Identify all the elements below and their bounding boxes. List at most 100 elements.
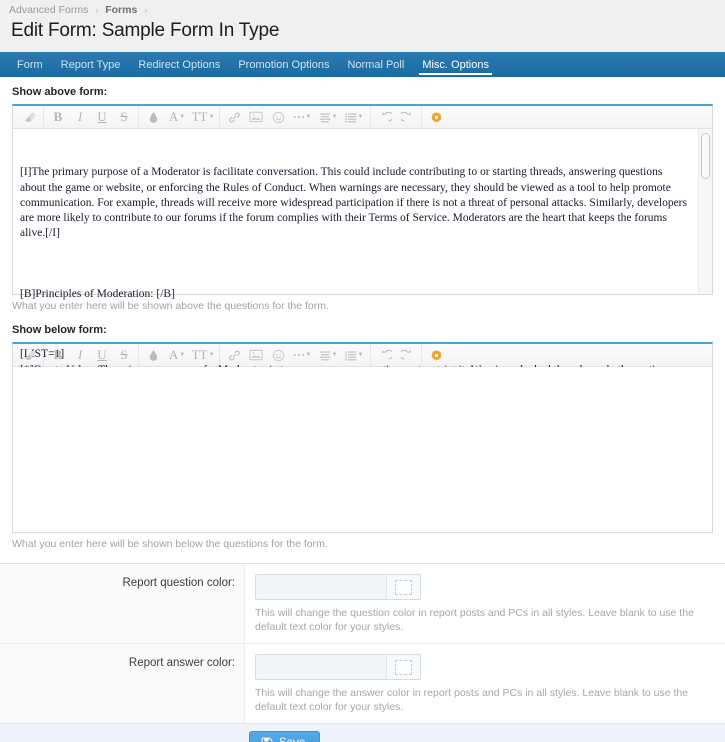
tab-normal-poll[interactable]: Normal Poll xyxy=(338,52,413,77)
show-below-form-editor[interactable]: B I U S A ▼ TT ▼ ▼ ▼ ▼ xyxy=(12,342,713,533)
show-below-form-textarea[interactable] xyxy=(13,367,712,375)
insert-link-icon-2[interactable] xyxy=(223,346,245,365)
toolbar-group-formatting-clear xyxy=(15,105,44,129)
toolbar-group-settings-2 xyxy=(422,344,450,367)
gear-icon-2[interactable] xyxy=(425,346,447,365)
insert-image-icon[interactable] xyxy=(245,108,267,127)
remove-formatting-icon[interactable] xyxy=(18,108,40,127)
toolbar-group-history-2 xyxy=(371,343,422,367)
chevron-down-icon: ▼ xyxy=(179,114,186,120)
italic-button-2[interactable]: I xyxy=(69,346,91,365)
form-footer: Save xyxy=(0,723,725,742)
chevron-down-icon-4: ▼ xyxy=(331,114,338,120)
save-button[interactable]: Save xyxy=(249,731,321,742)
underline-button[interactable]: U xyxy=(91,108,113,127)
toolbar-group-color-size: A ▼ TT ▼ xyxy=(139,105,220,129)
undo-icon[interactable] xyxy=(374,108,396,127)
show-above-form-label: Show above form: xyxy=(12,86,108,98)
toolbar-group-text-style-2: B I U S xyxy=(44,343,139,367)
font-color-glyph: A xyxy=(168,109,179,124)
underline-button-2[interactable]: U xyxy=(91,346,113,365)
editor-paragraph-1: [I]The primary purpose of a Moderator is… xyxy=(20,166,690,240)
font-color-glyph-2: A xyxy=(168,347,179,362)
breadcrumb: Advanced Forms › Forms › xyxy=(0,0,725,18)
save-icon xyxy=(261,737,273,742)
highlight-color-icon-2[interactable] xyxy=(142,346,164,365)
more-options-icon[interactable]: ▼ xyxy=(289,108,315,127)
color-swatch-icon-2 xyxy=(395,659,412,675)
bold-button[interactable]: B xyxy=(47,108,69,127)
main-content: Show above form: B I U S A ▼ TT ▼ ▼ ▼ ▼ … xyxy=(0,77,725,742)
font-size-icon[interactable]: TT ▼ xyxy=(190,108,216,127)
tab-redirect-options[interactable]: Redirect Options xyxy=(129,52,229,77)
text-align-icon-2[interactable]: ▼ xyxy=(315,346,341,365)
list-icon-2[interactable]: ▼ xyxy=(341,346,367,365)
title-bar: Edit Form: Sample Form In Type xyxy=(0,18,725,52)
breadcrumb-separator-icon-2: › xyxy=(144,5,148,15)
gear-icon[interactable] xyxy=(425,108,447,127)
show-above-form-editor[interactable]: B I U S A ▼ TT ▼ ▼ ▼ ▼ [I]The primary pu… xyxy=(12,104,713,421)
chevron-down-icon-3: ▼ xyxy=(305,114,312,120)
report-question-color-control: This will change the question color in r… xyxy=(245,564,725,643)
font-size-glyph-2: TT xyxy=(191,347,208,362)
report-answer-color-field[interactable] xyxy=(255,654,421,680)
bold-button-2[interactable]: B xyxy=(47,346,69,365)
editor-paragraph-2: [B]Principles of Moderation: [/B] xyxy=(20,287,175,300)
editor-scrollbar-thumb[interactable] xyxy=(701,133,710,179)
highlight-color-icon[interactable] xyxy=(142,108,164,127)
list-icon[interactable]: ▼ xyxy=(341,108,367,127)
report-answer-color-help: This will change the answer color in rep… xyxy=(255,687,689,713)
toolbar-group-settings xyxy=(422,106,450,129)
row-report-question-color: Report question color: This will change … xyxy=(0,564,725,644)
report-answer-color-input[interactable] xyxy=(256,655,386,679)
report-question-color-field[interactable] xyxy=(255,574,421,600)
report-question-color-input[interactable] xyxy=(256,575,386,599)
breadcrumb-separator-icon: › xyxy=(95,5,99,15)
remove-formatting-icon-2[interactable] xyxy=(18,346,40,365)
font-size-icon-2[interactable]: TT ▼ xyxy=(190,346,216,365)
chevron-down-icon-8: ▼ xyxy=(305,352,312,358)
redo-icon-2[interactable] xyxy=(396,346,418,365)
page-root: Advanced Forms › Forms › Edit Form: Samp… xyxy=(0,0,725,742)
insert-smilie-icon[interactable] xyxy=(267,108,289,127)
chevron-down-icon-10: ▼ xyxy=(357,352,364,358)
editor-toolbar-above: B I U S A ▼ TT ▼ ▼ ▼ ▼ xyxy=(13,105,712,129)
breadcrumb-item-advanced-forms[interactable]: Advanced Forms xyxy=(9,4,88,16)
tab-misc-options[interactable]: Misc. Options xyxy=(413,52,498,77)
row-report-answer-color: Report answer color: This will change th… xyxy=(0,644,725,723)
text-align-icon[interactable]: ▼ xyxy=(315,108,341,127)
report-answer-color-label: Report answer color: xyxy=(0,644,245,723)
save-button-label: Save xyxy=(279,737,305,742)
toolbar-group-insert: ▼ ▼ ▼ xyxy=(220,105,371,129)
font-color-icon[interactable]: A ▼ xyxy=(164,108,190,127)
chevron-down-icon-7: ▼ xyxy=(208,352,215,358)
undo-icon-2[interactable] xyxy=(374,346,396,365)
toolbar-group-color-size-2: A ▼ TT ▼ xyxy=(139,343,220,367)
show-above-form-body[interactable]: [I]The primary purpose of a Moderator is… xyxy=(13,129,712,421)
color-swatch-icon xyxy=(395,579,412,595)
font-color-icon-2[interactable]: A ▼ xyxy=(164,346,190,365)
editor-scrollbar[interactable] xyxy=(698,129,712,294)
insert-image-icon-2[interactable] xyxy=(245,346,267,365)
breadcrumb-item-forms[interactable]: Forms xyxy=(105,4,137,16)
toolbar-group-formatting-clear-2 xyxy=(15,343,44,367)
page-title: Edit Form: Sample Form In Type xyxy=(11,20,280,41)
insert-smilie-icon-2[interactable] xyxy=(267,346,289,365)
more-options-icon-2[interactable]: ▼ xyxy=(289,346,315,365)
toolbar-group-history xyxy=(371,105,422,129)
show-below-form-body[interactable] xyxy=(13,367,712,532)
italic-button[interactable]: I xyxy=(69,108,91,127)
tab-promotion-options[interactable]: Promotion Options xyxy=(229,52,338,77)
report-question-color-swatch-button[interactable] xyxy=(386,575,420,599)
report-question-color-help: This will change the question color in r… xyxy=(255,607,694,633)
tab-form[interactable]: Form xyxy=(8,52,52,77)
chevron-down-icon-2: ▼ xyxy=(208,114,215,120)
show-below-form-help: What you enter here will be shown below … xyxy=(12,538,328,550)
strikethrough-button[interactable]: S xyxy=(113,108,135,127)
tab-report-type[interactable]: Report Type xyxy=(52,52,130,77)
report-question-color-label: Report question color: xyxy=(0,564,245,643)
insert-link-icon[interactable] xyxy=(223,108,245,127)
report-answer-color-swatch-button[interactable] xyxy=(386,655,420,679)
strikethrough-button-2[interactable]: S xyxy=(113,346,135,365)
redo-icon[interactable] xyxy=(396,108,418,127)
